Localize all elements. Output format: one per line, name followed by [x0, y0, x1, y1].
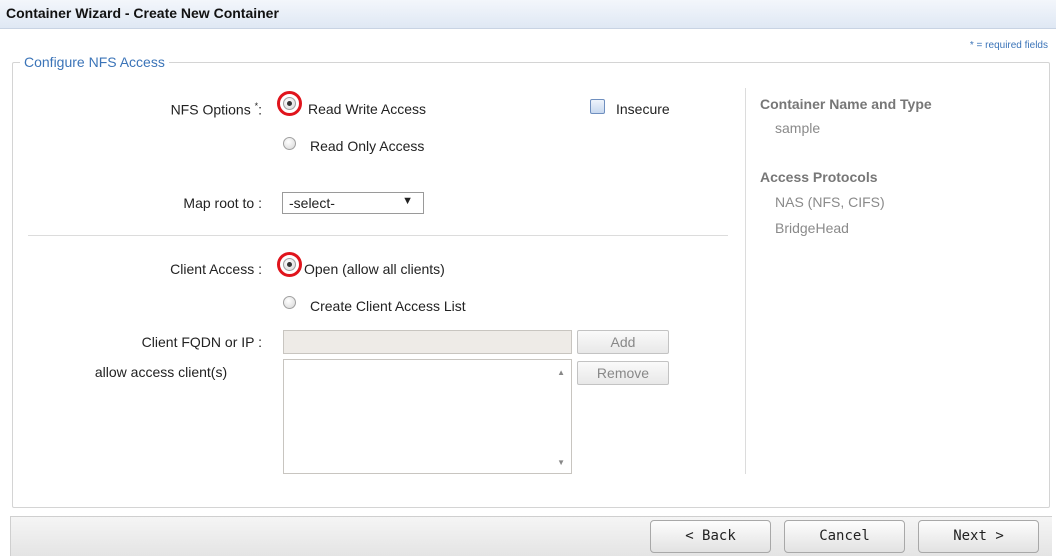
- read-only-radio[interactable]: [283, 137, 296, 150]
- map-root-select[interactable]: -select- ▼: [282, 192, 424, 214]
- insecure-label: Insecure: [616, 101, 670, 117]
- read-write-label: Read Write Access: [308, 101, 427, 117]
- divider: [28, 235, 728, 236]
- cancel-button[interactable]: Cancel: [784, 520, 905, 553]
- window-titlebar: Container Wizard - Create New Container: [0, 0, 1056, 29]
- nfs-options-label: NFS Options *:: [170, 101, 262, 118]
- summary-protocol-item: NAS (NFS, CIFS): [775, 194, 885, 210]
- read-only-label: Read Only Access: [310, 138, 425, 154]
- open-clients-radio[interactable]: [283, 258, 296, 271]
- add-button[interactable]: Add: [577, 330, 669, 354]
- client-access-label: Client Access :: [170, 261, 262, 277]
- dropdown-arrow-icon: ▼: [402, 195, 413, 207]
- allowed-clients-list[interactable]: ▲ ▼: [283, 359, 572, 474]
- map-root-value: -select-: [289, 195, 335, 211]
- summary-name-value: sample: [775, 120, 821, 136]
- allow-clients-label: allow access client(s): [94, 364, 228, 380]
- summary-divider: [745, 88, 746, 474]
- remove-button[interactable]: Remove: [577, 361, 669, 385]
- client-access-list-radio[interactable]: [283, 296, 296, 309]
- window-title: Container Wizard - Create New Container: [6, 5, 279, 21]
- open-clients-label: Open (allow all clients): [304, 261, 445, 277]
- section-legend: Configure NFS Access: [20, 54, 169, 70]
- read-write-radio[interactable]: [283, 97, 296, 110]
- map-root-label: Map root to :: [183, 195, 262, 211]
- summary-protocols-heading: Access Protocols: [760, 169, 878, 185]
- client-fqdn-input[interactable]: [283, 330, 572, 354]
- scroll-down-icon[interactable]: ▼: [557, 458, 565, 467]
- scroll-up-icon[interactable]: ▲: [557, 368, 565, 377]
- insecure-checkbox[interactable]: [590, 99, 605, 114]
- client-fqdn-label: Client FQDN or IP :: [141, 334, 262, 350]
- client-access-list-label: Create Client Access List: [310, 298, 466, 314]
- next-button[interactable]: Next >: [918, 520, 1039, 553]
- required-fields-note: * = required fields: [969, 40, 1048, 51]
- summary-name-heading: Container Name and Type: [760, 96, 932, 112]
- back-button[interactable]: < Back: [650, 520, 771, 553]
- summary-protocol-item: BridgeHead: [775, 220, 849, 236]
